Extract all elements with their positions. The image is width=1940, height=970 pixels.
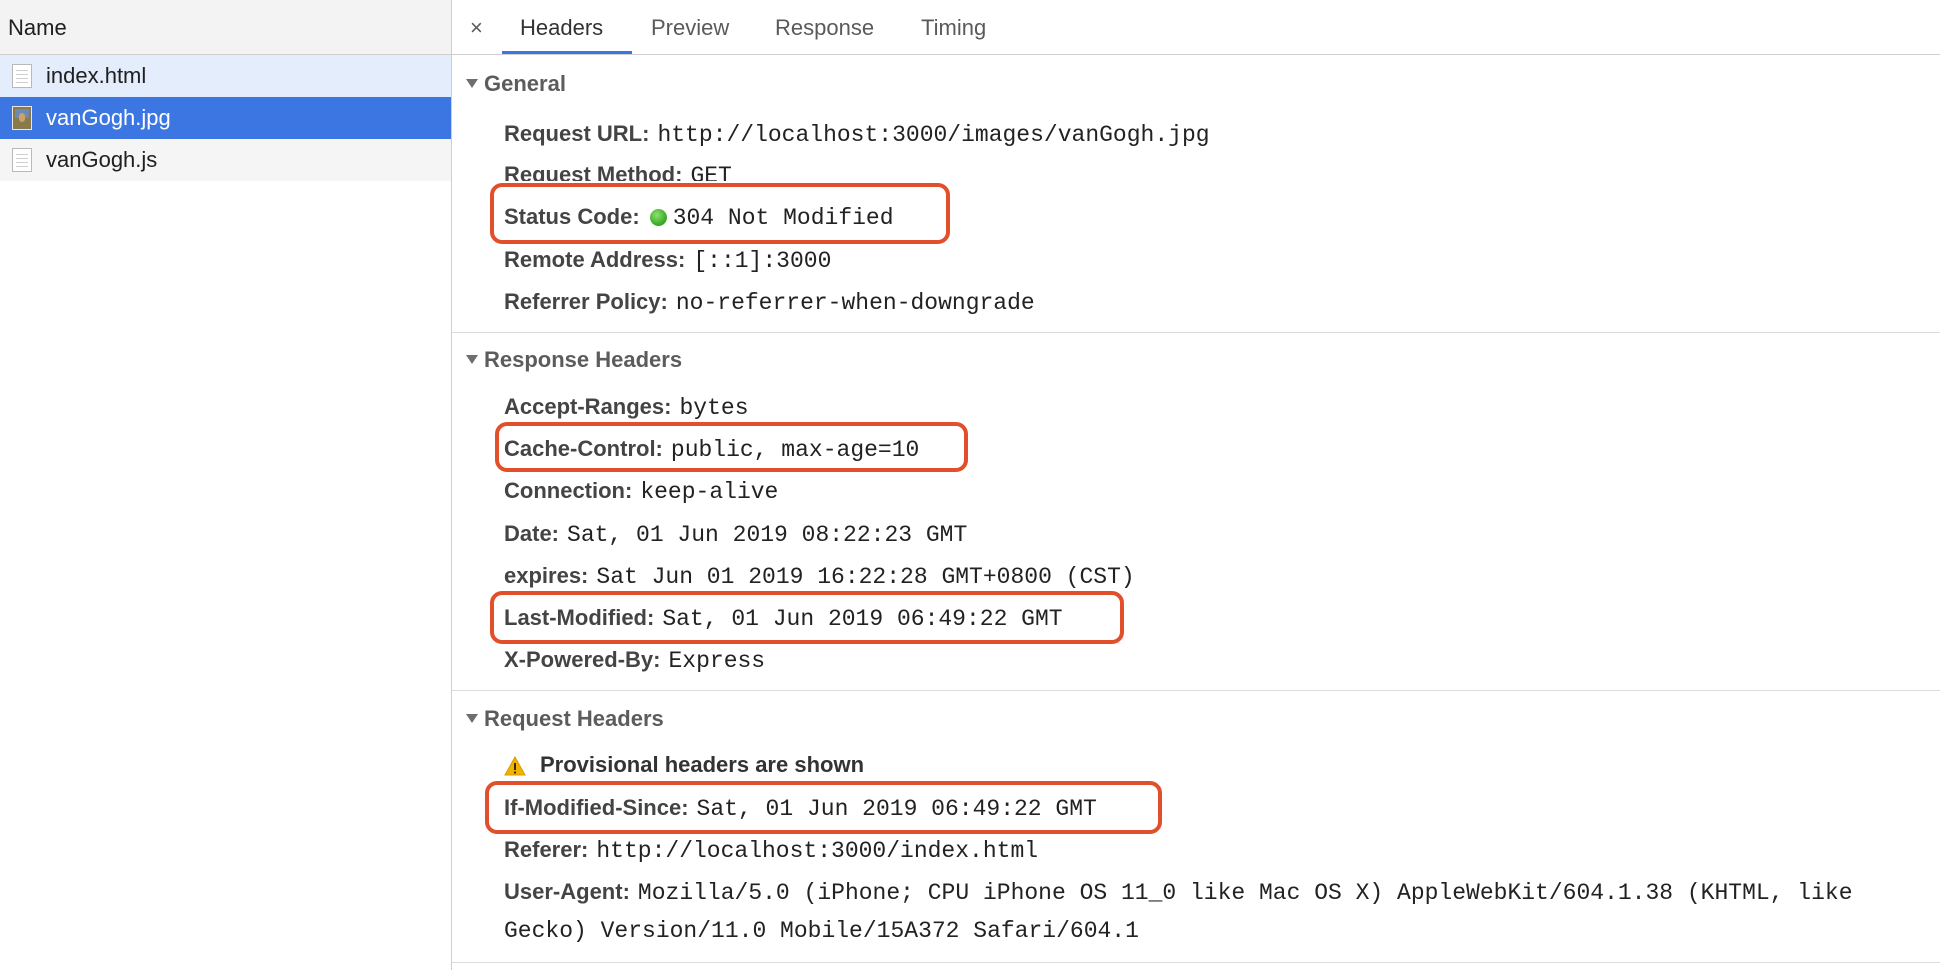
highlight-box-status-code [490,183,950,244]
header-value: Express [668,648,766,674]
header-row-date: Date: Sat, 01 Jun 2019 08:22:23 GMT [504,517,967,551]
highlight-box-if-modified-since [485,781,1162,834]
header-key: X-Powered-By: [504,647,661,672]
header-row-remote-address: Remote Address: [::1]:3000 [504,243,831,277]
request-row-label: vanGogh.js [46,147,158,172]
header-value: http://localhost:3000/index.html [596,838,1039,864]
request-row-vangogh-jpg[interactable]: vanGogh.jpg [0,97,451,139]
header-row-request-url: Request URL: http://localhost:3000/images… [504,117,1210,151]
request-row-label: index.html [46,63,147,88]
highlight-box-last-modified [490,591,1124,644]
triangle-down-icon [466,78,478,88]
header-value: bytes [679,395,749,421]
header-value: [::1]:3000 [693,248,832,274]
highlight-box-cache-control [495,422,968,472]
section-divider [452,332,1940,333]
header-row-x-powered-by: X-Powered-By: Express [504,643,765,677]
close-icon[interactable]: × [470,0,483,55]
header-row-referer: Referer: http://localhost:3000/index.html [504,833,1038,867]
header-value: Gecko) Version/11.0 Mobile/15A372 Safari… [504,918,1139,944]
section-request-headers-toggle[interactable]: Request Headers [466,706,664,732]
header-value: http://localhost:3000/images/vanGogh.jpg [657,122,1210,148]
provisional-warning: Provisional headers are shown [504,748,864,782]
tab-preview[interactable]: Preview [651,0,729,54]
triangle-down-icon [466,354,478,364]
document-icon [12,148,32,172]
header-key: Request URL: [504,121,650,146]
section-response-headers-toggle[interactable]: Response Headers [466,347,682,373]
header-row-user-agent-continued: Gecko) Version/11.0 Mobile/15A372 Safari… [504,914,1139,948]
tab-headers[interactable]: Headers [520,0,603,54]
header-value: Sat Jun 01 2019 16:22:28 GMT+0800 (CST) [596,564,1135,590]
section-title: Request Headers [484,706,664,731]
header-row-user-agent: User-Agent: Mozilla/5.0 (iPhone; CPU iPho… [504,875,1853,909]
header-row-referrer-policy: Referrer Policy: no-referrer-when-downgra… [504,285,1035,319]
header-key: Remote Address: [504,247,686,272]
header-value: keep-alive [640,479,779,505]
header-value: no-referrer-when-downgrade [675,290,1035,316]
warning-icon [504,755,526,776]
header-key: Referer: [504,837,589,862]
header-key: expires: [504,563,589,588]
triangle-down-icon [466,713,478,723]
section-title: General [484,71,566,96]
provisional-warning-text: Provisional headers are shown [540,752,865,777]
header-value: Sat, 01 Jun 2019 08:22:23 GMT [567,522,968,548]
section-general-toggle[interactable]: General [466,71,566,97]
request-list-pane: Name index.html vanGogh.jpg vanGogh.js [0,0,452,970]
detail-tab-bar: × Headers Preview Response Timing [452,0,1940,55]
tab-response[interactable]: Response [775,0,874,54]
header-key: Date: [504,521,560,546]
name-column-header[interactable]: Name [0,0,451,55]
section-title: Response Headers [484,347,683,372]
header-key: Referrer Policy: [504,289,668,314]
request-row-label: vanGogh.jpg [46,105,171,130]
tab-timing[interactable]: Timing [921,0,986,54]
header-row-connection: Connection: keep-alive [504,474,778,508]
header-key: Connection: [504,478,633,503]
header-row-expires: expires: Sat Jun 01 2019 16:22:28 GMT+080… [504,559,1135,593]
request-row-index-html[interactable]: index.html [0,55,451,97]
active-tab-indicator [502,51,632,54]
header-key: User-Agent: [504,879,630,904]
image-thumbnail-icon [12,106,32,130]
request-row-vangogh-js[interactable]: vanGogh.js [0,139,451,181]
header-value: Mozilla/5.0 (iPhone; CPU iPhone OS 11_0 … [637,880,1853,906]
section-divider [452,962,1940,963]
document-icon [12,64,32,88]
header-key: Accept-Ranges: [504,394,672,419]
section-divider [452,690,1940,691]
header-row-accept-ranges: Accept-Ranges: bytes [504,390,749,424]
